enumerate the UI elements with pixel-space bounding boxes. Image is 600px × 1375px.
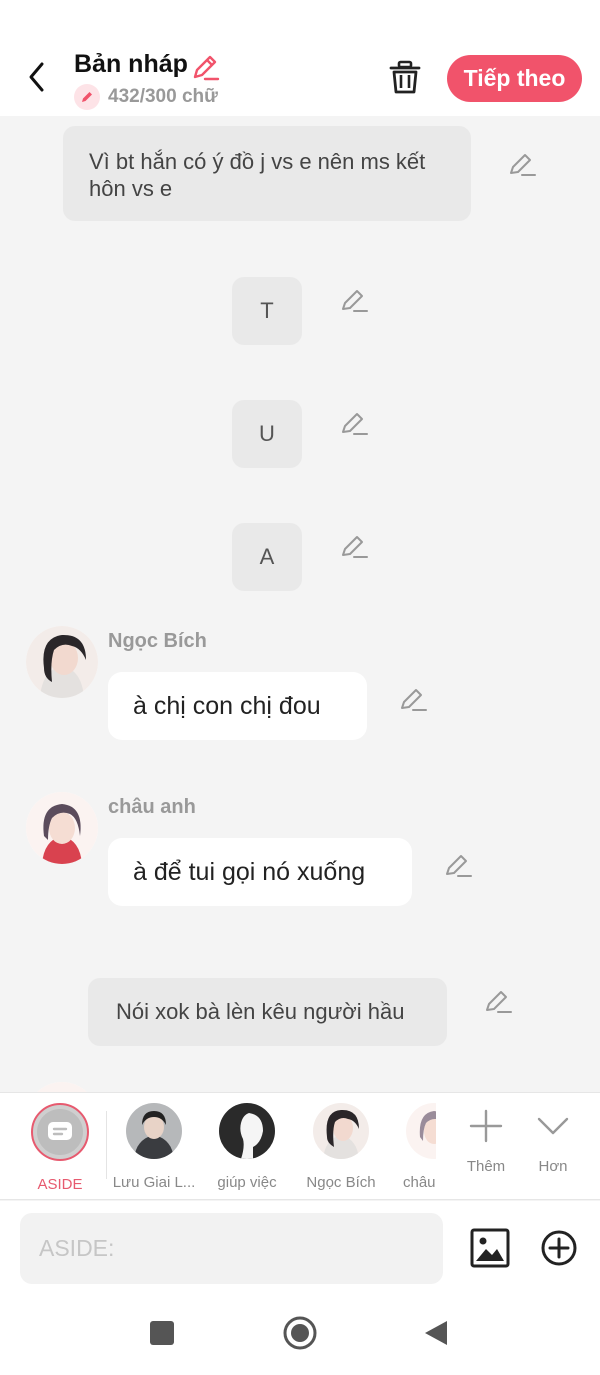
chat-area[interactable]: Vì bt hắn có ý đồ j vs e nên ms kết hôn …: [0, 116, 600, 1092]
home-button[interactable]: [280, 1313, 320, 1353]
more-label: Hơn: [538, 1158, 568, 1175]
character-label: giúp việc: [217, 1174, 277, 1191]
character-bar: ASIDE Lưu Giai L... giúp việc Ngọc Bích …: [0, 1092, 600, 1200]
narration-message[interactable]: T: [232, 277, 302, 345]
character-item[interactable]: giúp việc: [201, 1103, 293, 1191]
character-aside[interactable]: ASIDE: [14, 1103, 106, 1193]
avatar: [406, 1103, 436, 1159]
word-count-badge: [74, 84, 100, 110]
avatar: [313, 1103, 369, 1159]
pencil-icon: [193, 55, 220, 81]
character-name: châu anh: [108, 796, 196, 818]
avatar: [219, 1103, 275, 1159]
page-title: Bản nháp: [74, 50, 188, 78]
triangle-back-icon: [425, 1321, 447, 1345]
pencil-icon: [486, 991, 512, 1013]
narration-message[interactable]: A: [232, 523, 302, 591]
character-name: Ngọc Bích: [108, 630, 207, 652]
circle-icon: [283, 1316, 317, 1350]
nav-back-button[interactable]: [416, 1313, 456, 1353]
word-count: 432/300 chữ: [108, 86, 218, 107]
pencil-icon: [510, 154, 536, 176]
edit-message-button[interactable]: [339, 408, 369, 438]
input-area: [0, 1201, 600, 1293]
character-label: Ngọc Bích: [306, 1174, 376, 1191]
word-count-row: 432/300 chữ: [74, 84, 218, 110]
character-label: ASIDE: [37, 1176, 83, 1193]
divider: [106, 1111, 107, 1179]
edit-message-button[interactable]: [339, 285, 369, 315]
insert-image-button[interactable]: [470, 1228, 510, 1268]
chevron-down-icon: [537, 1117, 569, 1135]
avatar[interactable]: [26, 626, 98, 698]
recents-button[interactable]: [142, 1313, 182, 1353]
pencil-icon: [342, 536, 368, 558]
edit-message-button[interactable]: [339, 531, 369, 561]
narration-message[interactable]: U: [232, 400, 302, 468]
add-label: Thêm: [466, 1158, 506, 1175]
chat-bubble[interactable]: à để tui gọi nó xuống: [108, 838, 412, 906]
pencil-icon: [82, 92, 92, 102]
more-characters-button[interactable]: Hơn: [523, 1109, 583, 1175]
character-item[interactable]: Ngọc Bích: [295, 1103, 387, 1191]
edit-message-button[interactable]: [483, 986, 513, 1016]
avatar: [126, 1103, 182, 1159]
narration-message[interactable]: Vì bt hắn có ý đồ j vs e nên ms kết hôn …: [63, 126, 471, 221]
image-icon: [470, 1228, 510, 1268]
aside-avatar: [31, 1103, 89, 1161]
plus-circle-icon: [541, 1230, 577, 1266]
pencil-icon: [342, 413, 368, 435]
edit-message-button[interactable]: [443, 850, 473, 880]
edit-message-button[interactable]: [398, 684, 428, 714]
plus-icon: [469, 1109, 503, 1143]
add-character-button[interactable]: Thêm: [456, 1109, 516, 1175]
edit-message-button[interactable]: [507, 149, 537, 179]
chat-bubble[interactable]: à chị con chị đou: [108, 672, 367, 740]
chevron-left-icon: [29, 62, 44, 92]
character-label: Lưu Giai L...: [112, 1174, 196, 1191]
back-button[interactable]: [22, 58, 52, 96]
character-item[interactable]: châu: [388, 1103, 436, 1191]
title-edit-button[interactable]: [190, 52, 220, 82]
pencil-icon: [446, 855, 472, 877]
narration-message[interactable]: Nói xok bà lèn kêu người hầu: [88, 978, 447, 1046]
avatar[interactable]: [26, 1082, 98, 1092]
pencil-icon: [401, 689, 427, 711]
next-button[interactable]: Tiếp theo: [447, 55, 582, 102]
message-input[interactable]: [20, 1213, 443, 1284]
message-icon: [48, 1122, 72, 1140]
square-icon: [150, 1321, 174, 1345]
avatar[interactable]: [26, 792, 98, 864]
character-item[interactable]: Lưu Giai L...: [108, 1103, 200, 1191]
header: Bản nháp 432/300 chữ Tiếp theo: [0, 0, 600, 116]
system-nav-bar: [0, 1293, 600, 1375]
more-options-button[interactable]: [540, 1229, 578, 1267]
trash-icon: [389, 60, 421, 94]
pencil-icon: [342, 290, 368, 312]
character-label: châu: [403, 1174, 436, 1191]
delete-button[interactable]: [388, 60, 422, 96]
